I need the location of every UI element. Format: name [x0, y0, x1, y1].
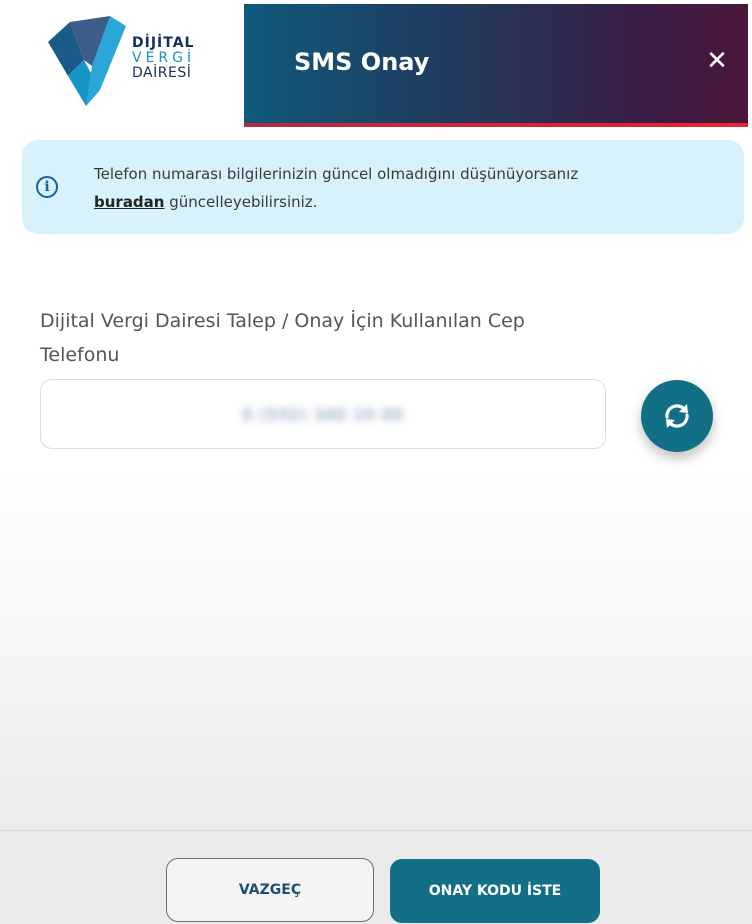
info-alert: i Telefon numarası bilgilerinizin güncel… [22, 140, 744, 234]
cancel-button[interactable]: VAZGEÇ [166, 858, 374, 922]
alert-text-after: güncelleyebilirsiniz. [169, 193, 318, 211]
logo-line-1: DİJİTAL [132, 35, 195, 51]
close-button[interactable]: ✕ [700, 44, 734, 78]
logo-line-2: VERGİ [132, 50, 196, 66]
alert-text-before: Telefon numarası bilgilerinizin güncel o… [94, 165, 579, 183]
sms-approval-dialog: DİJİTAL VERGİ DAİRESİ SMS Onay ✕ i Telef… [0, 0, 752, 924]
info-icon: i [36, 176, 58, 198]
dvd-logo-icon [48, 16, 126, 106]
refresh-icon [665, 404, 689, 428]
logo-text: DİJİTAL VERGİ DAİRESİ [132, 36, 195, 81]
phone-label: Dijital Vergi Dairesi Talep / Onay İçin … [40, 310, 525, 366]
alert-message: Telefon numarası bilgilerinizin güncel o… [94, 160, 714, 216]
dialog-title: SMS Onay [294, 48, 430, 76]
title-bar: SMS Onay ✕ [244, 4, 748, 127]
close-icon: ✕ [706, 46, 728, 76]
request-code-button[interactable]: ONAY KODU İSTE [390, 859, 600, 923]
update-link[interactable]: buradan [94, 193, 164, 211]
logo-line-3: DAİRESİ [132, 65, 192, 81]
refresh-button[interactable] [641, 380, 713, 452]
dialog-header: DİJİTAL VERGİ DAİRESİ SMS Onay ✕ [10, 4, 748, 127]
dialog-footer: VAZGEÇ ONAY KODU İSTE [0, 830, 752, 924]
phone-field: 0 (532) 340 10 00 [40, 379, 606, 449]
logo: DİJİTAL VERGİ DAİRESİ [10, 4, 244, 126]
phone-value: 0 (532) 340 10 00 [242, 404, 404, 424]
